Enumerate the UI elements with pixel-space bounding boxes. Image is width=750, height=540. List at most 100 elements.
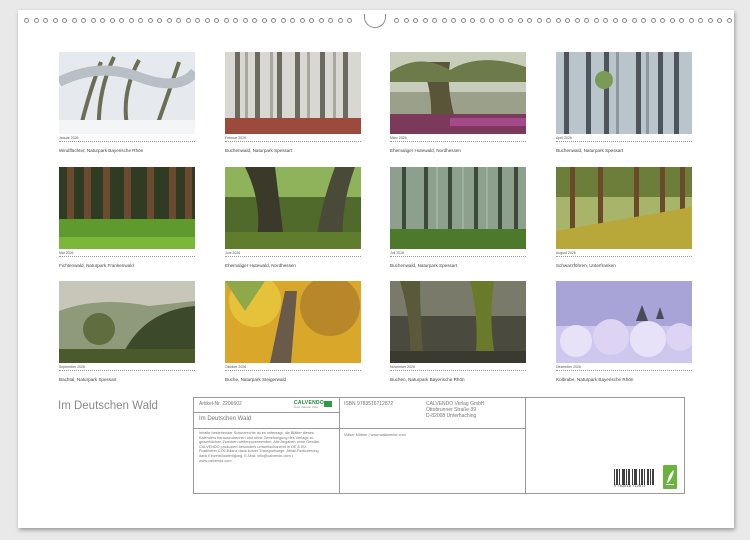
photo-caption: Windflüchter, Naturpark Bayerische Rhön bbox=[59, 148, 144, 153]
binding-hole bbox=[631, 18, 637, 23]
month-page: Dezember 2026 Kolbrabe, Naturpark Bayeri… bbox=[556, 281, 692, 383]
month-page: Januar 2026 Windflüchter, Naturpark Baye… bbox=[59, 52, 195, 154]
month-label: Februar 2026 bbox=[225, 136, 247, 140]
month-days-row bbox=[390, 370, 526, 373]
binding-hole bbox=[109, 18, 115, 23]
month-photo bbox=[556, 281, 692, 363]
divider bbox=[194, 428, 339, 429]
binding-hole bbox=[565, 18, 570, 23]
month-days-row bbox=[59, 141, 195, 144]
month-photo bbox=[59, 167, 195, 249]
month-label: Mai 2026 bbox=[59, 251, 74, 255]
binding-hole bbox=[252, 18, 257, 23]
month-days-row bbox=[390, 256, 526, 259]
photo-caption: Ehemaliger Hutewald, Nordhessen bbox=[390, 148, 461, 153]
binding-hole bbox=[726, 18, 732, 23]
binding-hole bbox=[299, 18, 305, 23]
month-label: Oktober 2026 bbox=[225, 365, 247, 369]
month-photo bbox=[225, 52, 361, 134]
photo-caption: Kolbrabe, Naturpark Bayerische Rhön bbox=[556, 377, 634, 382]
binding-hole bbox=[498, 18, 504, 23]
binding-hole bbox=[650, 18, 656, 23]
month-page: Juni 2026 Ehemaliger Hutewald, Nordhesse… bbox=[225, 167, 361, 269]
binding-hole bbox=[612, 18, 618, 23]
binding-hole bbox=[698, 18, 703, 23]
binding-hole bbox=[622, 18, 627, 23]
photo-caption: Buchenwald, Naturpark Spessart bbox=[225, 148, 293, 153]
legal-description: Inhalte bestehender Schutzrechte ist es … bbox=[199, 431, 321, 463]
binding-hole bbox=[100, 18, 105, 23]
month-page: April 2026 Buchenwald, Naturpark Spessar… bbox=[556, 52, 692, 154]
binding-hole bbox=[337, 18, 343, 23]
binding-hole bbox=[489, 18, 494, 23]
month-photo bbox=[225, 167, 361, 249]
calvendo-logo-mark bbox=[324, 401, 332, 407]
binding-hole bbox=[81, 18, 86, 23]
binding-hole bbox=[62, 18, 67, 23]
info-column-barcode: 9 783516 712872 bbox=[526, 398, 684, 493]
info-column-product: Artikel-Nr. 2206602 CALVENDO Kunst, Kale… bbox=[194, 398, 340, 493]
binding-hole bbox=[261, 18, 267, 23]
binding-hole bbox=[233, 18, 238, 23]
binding-hole bbox=[157, 18, 162, 23]
binding-hole bbox=[413, 18, 418, 23]
month-page: März 2026 Ehemaliger Hutewald, Nordhesse… bbox=[390, 52, 526, 154]
month-photo bbox=[556, 167, 692, 249]
month-days-row bbox=[225, 370, 361, 373]
binding-hole bbox=[536, 18, 542, 23]
calendar-title: Im Deutschen Wald bbox=[58, 400, 158, 412]
month-photo bbox=[390, 52, 526, 134]
month-days-row bbox=[390, 141, 526, 144]
binding-hole bbox=[669, 18, 675, 23]
month-photo bbox=[59, 281, 195, 363]
month-days-row bbox=[59, 370, 195, 373]
binding-hole bbox=[185, 18, 191, 23]
month-photo bbox=[390, 281, 526, 363]
binding-hole bbox=[271, 18, 276, 23]
binding-hole bbox=[24, 18, 29, 23]
photo-caption: Fichtenwald, Naturpark Frankenwald bbox=[59, 263, 134, 268]
month-days-row bbox=[59, 256, 195, 259]
month-photo bbox=[225, 281, 361, 363]
month-photo bbox=[390, 167, 526, 249]
binding-hole bbox=[166, 18, 172, 23]
month-photo bbox=[59, 52, 195, 134]
month-label: April 2026 bbox=[556, 136, 572, 140]
binding-hole bbox=[33, 18, 39, 23]
binding-hole bbox=[479, 18, 485, 23]
binding-hole bbox=[432, 18, 437, 23]
binding-hole bbox=[660, 18, 665, 23]
binding-hole bbox=[309, 18, 314, 23]
binding-hole bbox=[328, 18, 333, 23]
product-title: Im Deutschen Wald bbox=[199, 416, 252, 422]
author-credit: Volker Müther | www.waldwerke.com bbox=[344, 433, 406, 437]
binding-hole bbox=[422, 18, 428, 23]
isbn: ISBN 9783516712872 bbox=[344, 401, 394, 407]
photo-caption: Buchenwald, Naturpark Spessart bbox=[556, 148, 624, 153]
info-column-publisher: ISBN 9783516712872 CALVENDO Verlag GmbH … bbox=[340, 398, 526, 493]
month-label: Dezember 2026 bbox=[556, 365, 581, 369]
info-panel: Artikel-Nr. 2206602 CALVENDO Kunst, Kale… bbox=[193, 397, 685, 494]
photo-caption: Buchen, Naturpark Bayerische Rhön bbox=[390, 377, 465, 382]
binding-hole bbox=[43, 18, 48, 23]
binding-hole bbox=[71, 18, 77, 23]
binding-hole bbox=[593, 18, 599, 23]
month-days-row bbox=[225, 256, 361, 259]
month-label: März 2026 bbox=[390, 136, 407, 140]
month-label: September 2026 bbox=[59, 365, 85, 369]
photo-caption: Bachtal, Naturpark Spessart bbox=[59, 377, 117, 382]
month-photo bbox=[556, 52, 692, 134]
month-days-row bbox=[225, 141, 361, 144]
binding-hole bbox=[280, 18, 286, 23]
binding-hole bbox=[451, 18, 456, 23]
binding-hole bbox=[508, 18, 513, 23]
binding-hole bbox=[555, 18, 561, 23]
photo-caption: Buche, Naturpark Steigerwald bbox=[225, 377, 287, 382]
binding-hole bbox=[574, 18, 580, 23]
binding-hole bbox=[214, 18, 219, 23]
binding-hole bbox=[546, 18, 551, 23]
binding-hole bbox=[290, 18, 295, 23]
month-page: Mai 2026 Fichtenwald, Naturpark Frankenw… bbox=[59, 167, 195, 269]
divider bbox=[340, 428, 525, 429]
photo-caption: Schwarzföhren, Unterfranken bbox=[556, 263, 616, 268]
